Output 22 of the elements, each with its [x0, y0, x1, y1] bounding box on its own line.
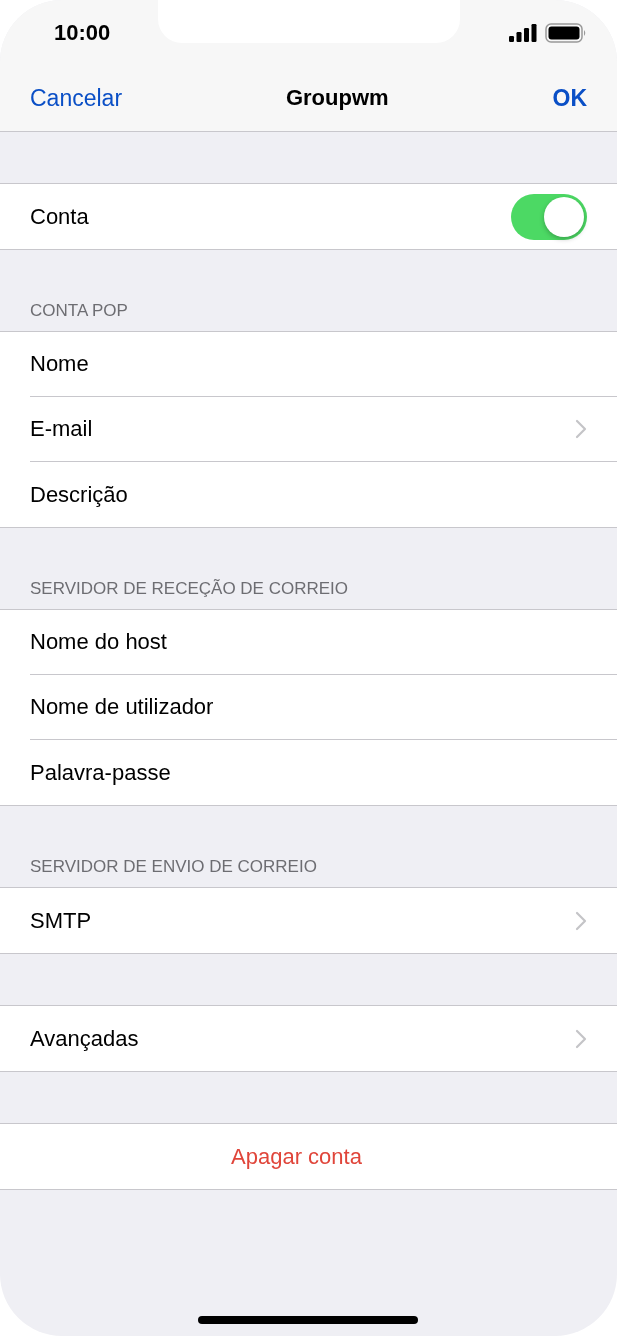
- nav-title: Groupwm: [285, 85, 389, 111]
- row-label[interactable]: E-mail: [30, 416, 93, 442]
- cancel-button[interactable]: Cancelar: [30, 84, 123, 112]
- row-label[interactable]: SMTP: [30, 907, 92, 934]
- chevron-icon: [575, 910, 587, 931]
- ok-button[interactable]: OK: [552, 84, 587, 112]
- signal-icon: [509, 23, 537, 42]
- row-label: Descrição: [30, 481, 128, 508]
- section-header: SERVIDOR DE ENVIO DE CORREIO: [30, 857, 317, 877]
- row-label: Nome de utilizador: [30, 694, 214, 720]
- chevron-icon: [575, 419, 587, 439]
- chevron-icon: [575, 1028, 587, 1049]
- status-time: 10:00: [54, 19, 111, 46]
- row-label: Nome: [30, 351, 89, 377]
- battery-icon: [545, 22, 587, 43]
- row-label: Palavra-passe: [30, 759, 171, 786]
- section-header: CONTA POP: [30, 301, 128, 321]
- section-header: SERVIDOR DE RECEÇÃO DE CORREIO: [30, 579, 349, 599]
- row-label[interactable]: Avançadas: [30, 1025, 139, 1052]
- row-label: Nome do host: [30, 629, 167, 655]
- toggle-switch[interactable]: [511, 193, 587, 240]
- row-label: Conta: [30, 203, 89, 230]
